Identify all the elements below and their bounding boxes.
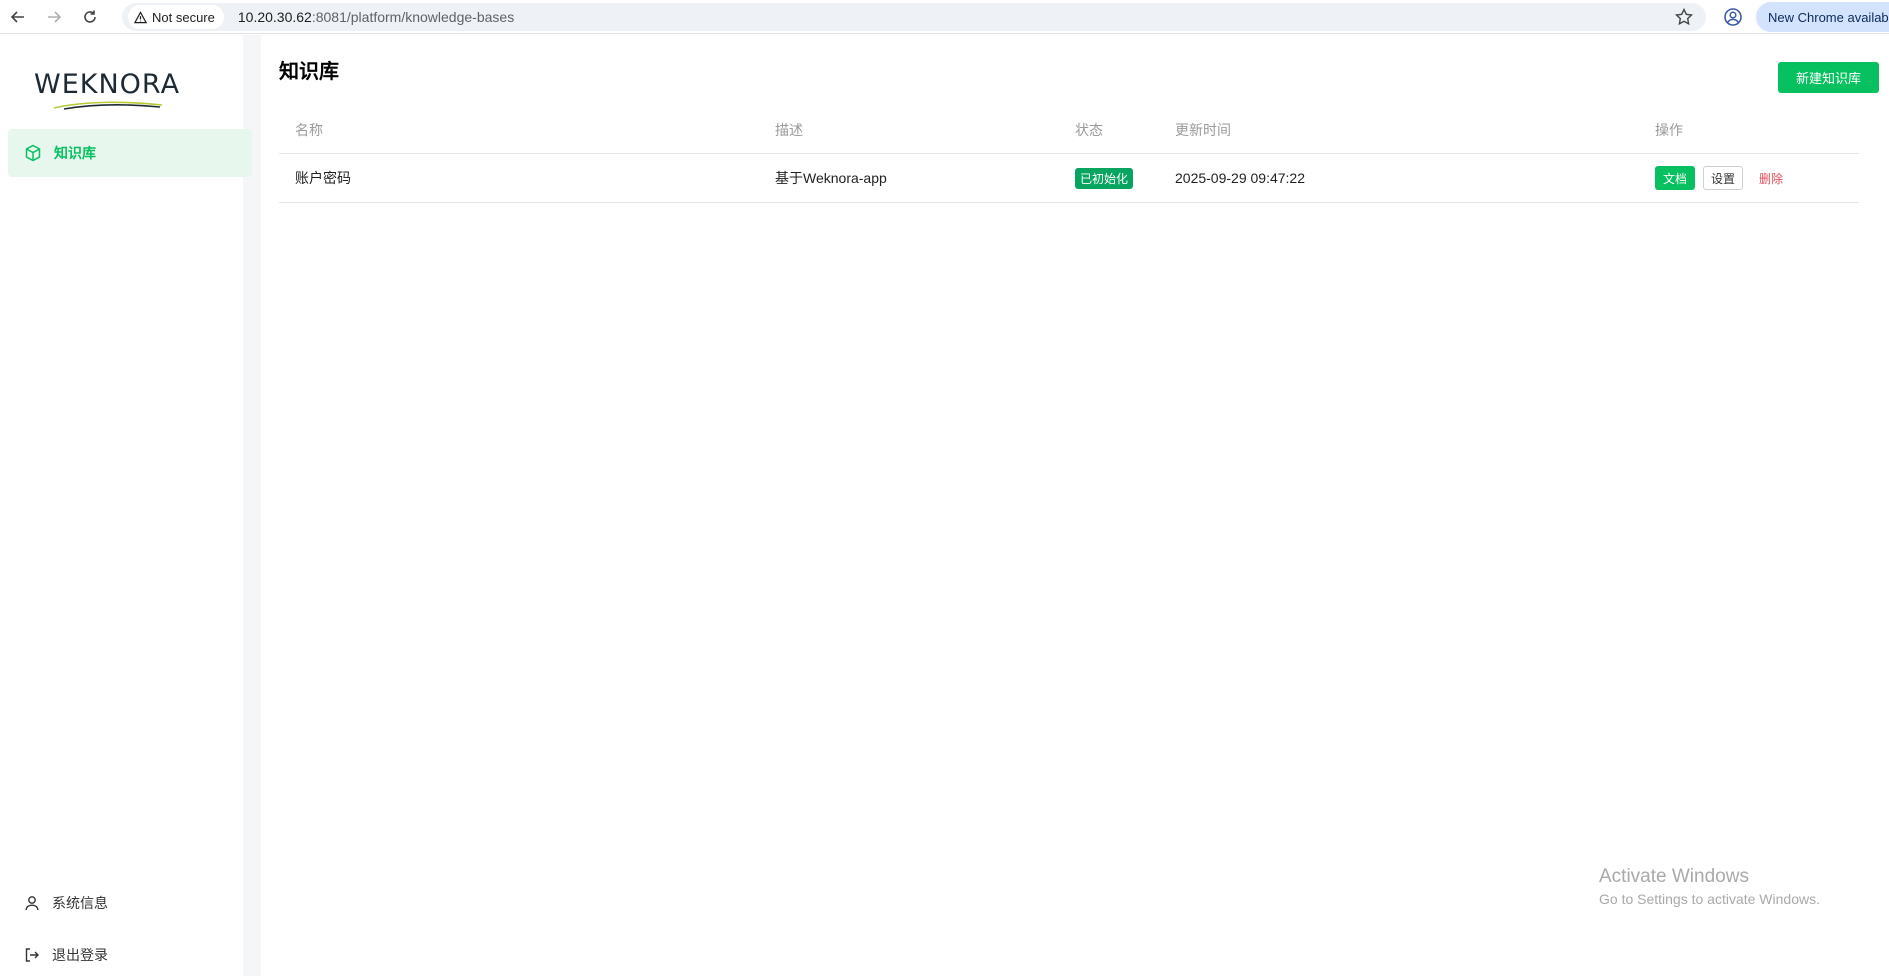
- back-button[interactable]: [0, 0, 36, 34]
- url-host: 10.20.30.62: [237, 9, 312, 25]
- logo-text: WEKNORA: [34, 69, 181, 100]
- cube-icon: [25, 144, 41, 162]
- header-description: 描述: [775, 122, 803, 138]
- profile-icon[interactable]: [1723, 7, 1743, 27]
- app-shell: WEKNORA 知识库 系统信息 退出登录 知识库 新建知识库 名称 描述 状态: [0, 35, 1889, 976]
- row-actions: 文档 设置 删除: [1655, 154, 1783, 202]
- row-status-cell: 已初始化: [1075, 154, 1134, 202]
- url-text[interactable]: 10.20.30.62:8081/platform/knowledge-base…: [238, 9, 514, 25]
- page-title: 知识库: [279, 61, 339, 83]
- knowledge-base-table: 名称 描述 状态 更新时间 操作 账户密码 基于Weknora-app 已初始化…: [279, 107, 1859, 203]
- delete-button[interactable]: 删除: [1759, 170, 1783, 187]
- settings-button[interactable]: 设置: [1703, 166, 1743, 190]
- header-updated: 更新时间: [1175, 122, 1231, 138]
- chrome-update-label: New Chrome available: [1768, 9, 1889, 25]
- activate-windows-watermark: Activate Windows Go to Settings to activ…: [1599, 866, 1820, 907]
- address-bar[interactable]: Not secure 10.20.30.62:8081/platform/kno…: [122, 3, 1706, 31]
- logo-swoosh-icon: [53, 101, 163, 110]
- row-description: 基于Weknora-app: [775, 170, 887, 186]
- sidebar-item-label: 系统信息: [52, 895, 108, 911]
- table-header: 名称 描述 状态 更新时间 操作: [279, 107, 1859, 154]
- browser-toolbar: Not secure 10.20.30.62:8081/platform/kno…: [0, 0, 1889, 34]
- header-status: 状态: [1075, 122, 1103, 138]
- watermark-title: Activate Windows: [1599, 866, 1749, 887]
- header-actions: 操作: [1655, 122, 1683, 138]
- table-row: 账户密码 基于Weknora-app 已初始化 2025-09-29 09:47…: [279, 154, 1859, 203]
- main-content: 知识库 新建知识库 名称 描述 状态 更新时间 操作 账户密码 基于Weknor…: [261, 35, 1889, 976]
- arrow-right-icon: [48, 10, 62, 23]
- security-chip[interactable]: Not secure: [128, 5, 224, 29]
- status-badge: 已初始化: [1075, 167, 1134, 189]
- bookmark-star-icon[interactable]: [1674, 7, 1694, 27]
- warning-icon: [134, 10, 147, 23]
- documents-button[interactable]: 文档: [1655, 166, 1695, 190]
- sidebar-item-label: 知识库: [54, 145, 96, 161]
- sidebar-item-knowledge-base[interactable]: 知识库: [8, 129, 252, 177]
- row-name: 账户密码: [295, 170, 351, 186]
- sidebar-item-logout[interactable]: 退出登录: [24, 945, 108, 965]
- chrome-update-button[interactable]: New Chrome available: [1756, 2, 1889, 32]
- watermark-subtitle: Go to Settings to activate Windows.: [1599, 891, 1820, 907]
- sidebar: WEKNORA 知识库 系统信息 退出登录: [0, 35, 261, 976]
- create-knowledge-base-button[interactable]: 新建知识库: [1778, 62, 1879, 93]
- reload-icon: [84, 10, 96, 23]
- sidebar-item-label: 退出登录: [52, 947, 108, 963]
- user-icon: [25, 896, 39, 911]
- reload-button[interactable]: [72, 0, 108, 34]
- url-path: :8081/platform/knowledge-bases: [311, 9, 515, 25]
- header-name: 名称: [295, 122, 323, 138]
- arrow-left-icon: [10, 10, 24, 23]
- sidebar-item-system-info[interactable]: 系统信息: [24, 893, 108, 913]
- row-updated: 2025-09-29 09:47:22: [1175, 170, 1305, 186]
- weknora-logo[interactable]: WEKNORA: [34, 69, 179, 111]
- forward-button[interactable]: [36, 0, 72, 34]
- security-label: Not secure: [152, 9, 215, 25]
- logout-icon: [25, 948, 39, 962]
